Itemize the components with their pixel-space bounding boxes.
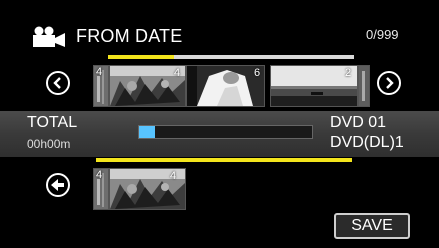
thumbnail[interactable]: 2 bbox=[270, 65, 358, 107]
disc-usage-bar bbox=[138, 125, 313, 139]
total-time: 00h00m bbox=[27, 137, 71, 151]
selection-bar-fill bbox=[108, 55, 175, 59]
selected-thumbnail-partial[interactable]: 4 bbox=[93, 168, 109, 210]
page-title: FROM DATE bbox=[76, 26, 183, 46]
previous-button[interactable] bbox=[46, 71, 70, 95]
chevron-right-icon bbox=[386, 77, 394, 89]
disc-count-dl: DVD(DL)1 bbox=[330, 134, 404, 151]
selection-bar bbox=[108, 55, 354, 59]
thumbnail-number: 4 bbox=[96, 66, 103, 78]
thumbnail-number: 4 bbox=[174, 67, 181, 79]
thumbnail-number: 2 bbox=[345, 67, 352, 79]
thumbnail-partial-left[interactable]: 4 bbox=[93, 65, 109, 107]
total-label: TOTAL bbox=[27, 114, 78, 131]
save-button[interactable]: SAVE bbox=[334, 213, 410, 239]
thumbnail[interactable]: 4 bbox=[109, 65, 186, 107]
video-camera-icon bbox=[31, 26, 67, 48]
thumbnail-number: 4 bbox=[96, 169, 103, 181]
selection-counter: 0/999 bbox=[366, 27, 399, 42]
disc-count: DVD 01 bbox=[330, 114, 387, 131]
selected-thumbnail[interactable]: 4 bbox=[109, 168, 186, 210]
selected-bar bbox=[96, 158, 352, 162]
chevron-left-icon bbox=[53, 77, 61, 89]
disc-usage-fill bbox=[139, 126, 155, 138]
thumbnail-partial-right[interactable] bbox=[358, 65, 370, 107]
thumbnail-number: 6 bbox=[254, 67, 261, 79]
thumbnail-number: 4 bbox=[170, 170, 177, 182]
next-button[interactable] bbox=[377, 71, 401, 95]
arrow-left-icon bbox=[51, 179, 64, 191]
back-button[interactable] bbox=[46, 173, 70, 197]
thumbnail[interactable]: 6 bbox=[186, 65, 265, 107]
